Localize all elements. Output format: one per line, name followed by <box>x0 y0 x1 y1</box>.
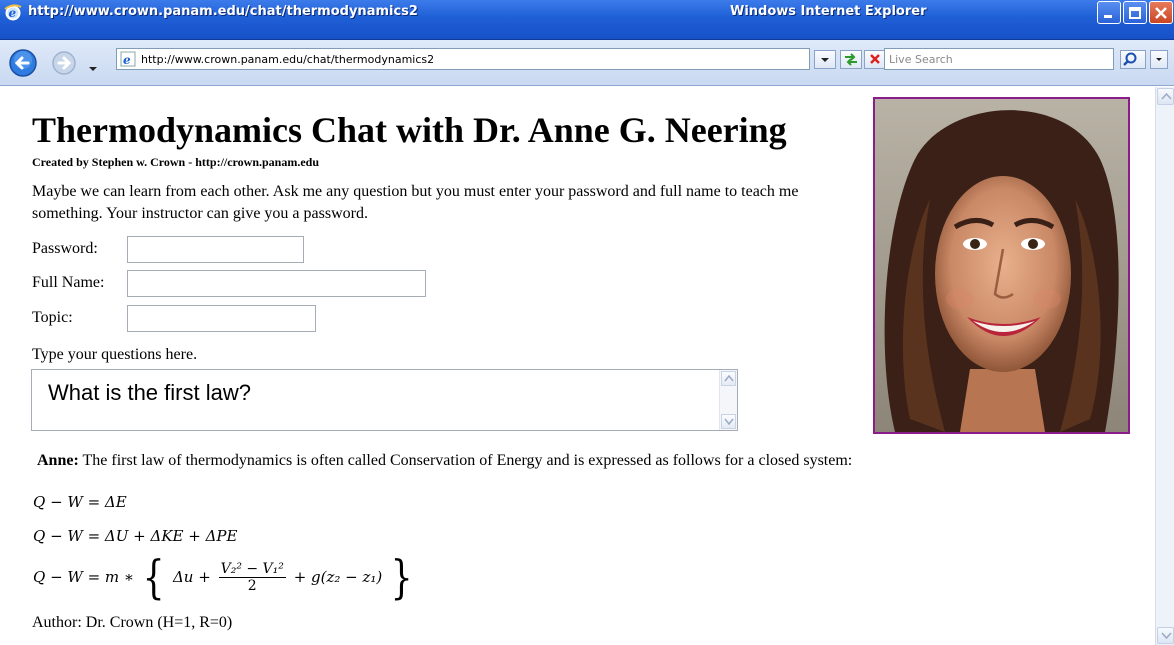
question-box[interactable]: What is the first law? <box>31 369 738 431</box>
equation-3: Q − W = m ∗ { Δu + V₂² − V₁² 2 + g(z₂ − … <box>33 550 416 605</box>
scroll-down-icon[interactable] <box>1157 627 1174 644</box>
fraction-numerator: V₂² − V₁² <box>218 560 286 578</box>
password-field[interactable] <box>127 236 304 263</box>
minimize-button[interactable] <box>1097 1 1121 24</box>
intro-text: Maybe we can learn from each other. Ask … <box>32 183 799 222</box>
author-line: Author: Dr. Crown (H=1, R=0) <box>32 614 233 631</box>
close-brace-icon: } <box>390 550 413 604</box>
refresh-button[interactable] <box>840 50 862 69</box>
forward-button[interactable] <box>50 48 84 83</box>
topic-label: Topic: <box>32 309 73 326</box>
page-content: Thermodynamics Chat with Dr. Anne G. Nee… <box>0 87 1155 645</box>
search-box[interactable] <box>884 48 1114 70</box>
navigation-toolbar: e <box>0 40 1174 86</box>
search-options-dropdown[interactable] <box>1150 50 1168 69</box>
address-bar[interactable]: e <box>116 48 810 70</box>
question-scrollbar[interactable] <box>719 370 737 430</box>
answer-speaker: Anne: <box>37 452 79 469</box>
answer-line: Anne: The first law of thermodynamics is… <box>37 452 852 470</box>
portrait-photo <box>873 97 1130 434</box>
svg-text:e: e <box>9 6 17 20</box>
question-textarea[interactable]: What is the first law? <box>48 380 708 420</box>
equation-3-term-b: + g(z₂ − z₁) <box>293 568 383 586</box>
fraction-denominator: 2 <box>247 577 257 594</box>
question-label: Type your questions here. <box>32 346 198 363</box>
stop-button[interactable] <box>864 50 886 69</box>
equation-1: Q − W = ΔE <box>33 493 127 511</box>
maximize-button[interactable] <box>1123 1 1147 24</box>
window-app-name: Windows Internet Explorer <box>730 4 927 19</box>
equation-2: Q − W = ΔU + ΔKE + ΔPE <box>33 527 238 545</box>
page-icon: e <box>120 51 136 72</box>
page-title: Thermodynamics Chat with Dr. Anne G. Nee… <box>32 110 787 150</box>
address-dropdown-button[interactable] <box>814 50 836 69</box>
window-title-bar: e http://www.crown.panam.edu/chat/thermo… <box>0 0 1174 40</box>
svg-text:e: e <box>123 53 131 67</box>
equation-3-lhs: Q − W = m ∗ <box>33 568 135 586</box>
address-input[interactable] <box>141 51 771 67</box>
internet-explorer-icon: e <box>4 3 22 21</box>
search-input[interactable] <box>889 51 1109 67</box>
close-window-button[interactable] <box>1149 1 1173 24</box>
full-name-field[interactable] <box>127 270 426 297</box>
recent-pages-dropdown-icon[interactable] <box>88 59 98 77</box>
topic-field[interactable] <box>127 305 316 332</box>
credit-line: Created by Stephen w. Crown - http://cro… <box>32 155 320 169</box>
password-label: Password: <box>32 240 98 257</box>
window-title: http://www.crown.panam.edu/chat/thermody… <box>28 4 418 19</box>
answer-text: The first law of thermodynamics is often… <box>82 452 853 469</box>
question-scroll-down-icon[interactable] <box>721 414 736 429</box>
page-scrollbar[interactable] <box>1155 87 1174 645</box>
equation-3-term-a: Δu + <box>172 568 211 586</box>
equation-3-fraction: V₂² − V₁² 2 <box>218 560 286 594</box>
search-button[interactable] <box>1120 50 1146 69</box>
scroll-up-icon[interactable] <box>1157 88 1174 105</box>
back-button[interactable] <box>8 48 48 83</box>
question-scroll-up-icon[interactable] <box>721 371 736 386</box>
open-brace-icon: { <box>142 550 165 604</box>
full-name-label: Full Name: <box>32 274 105 291</box>
